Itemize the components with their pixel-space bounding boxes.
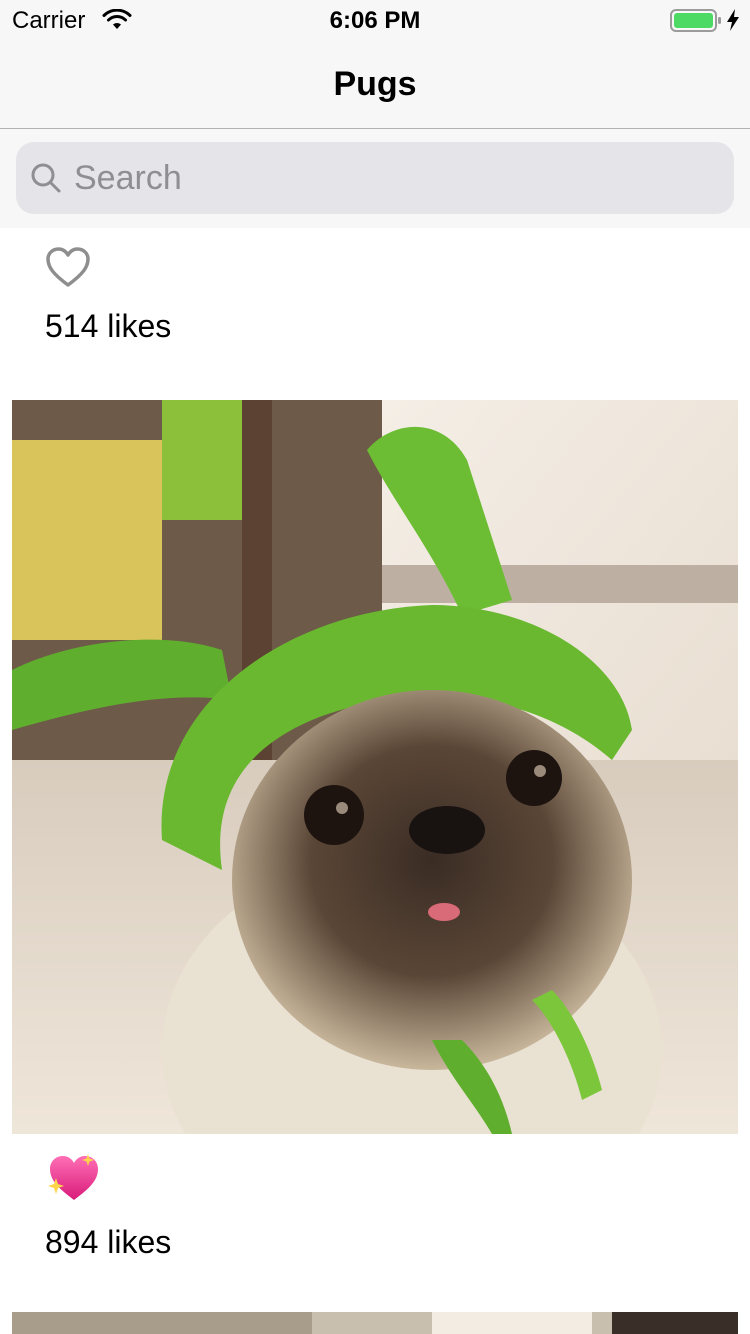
search-icon <box>30 162 62 199</box>
heart-outline-icon[interactable] <box>44 245 92 294</box>
post-card: 514 likes <box>0 228 750 400</box>
post-card <box>0 1312 750 1334</box>
search-input[interactable] <box>74 142 714 214</box>
navigation-bar: Pugs <box>0 40 750 129</box>
sparkling-heart-icon[interactable] <box>44 1150 100 1209</box>
charging-bolt-icon <box>726 8 740 37</box>
status-time: 6:06 PM <box>329 7 421 34</box>
page-title: Pugs <box>333 65 417 103</box>
battery-icon <box>670 9 722 38</box>
likes-count: 514 likes <box>45 308 172 344</box>
likes-count: 894 likes <box>45 1224 172 1260</box>
search-bar-container <box>0 129 750 228</box>
search-bar[interactable] <box>16 142 734 214</box>
pug-photo[interactable] <box>12 1312 738 1334</box>
post-card: 894 likes <box>0 400 750 1312</box>
pug-photo[interactable] <box>12 400 738 1134</box>
status-bar: Carrier 6:06 PM <box>0 0 750 40</box>
